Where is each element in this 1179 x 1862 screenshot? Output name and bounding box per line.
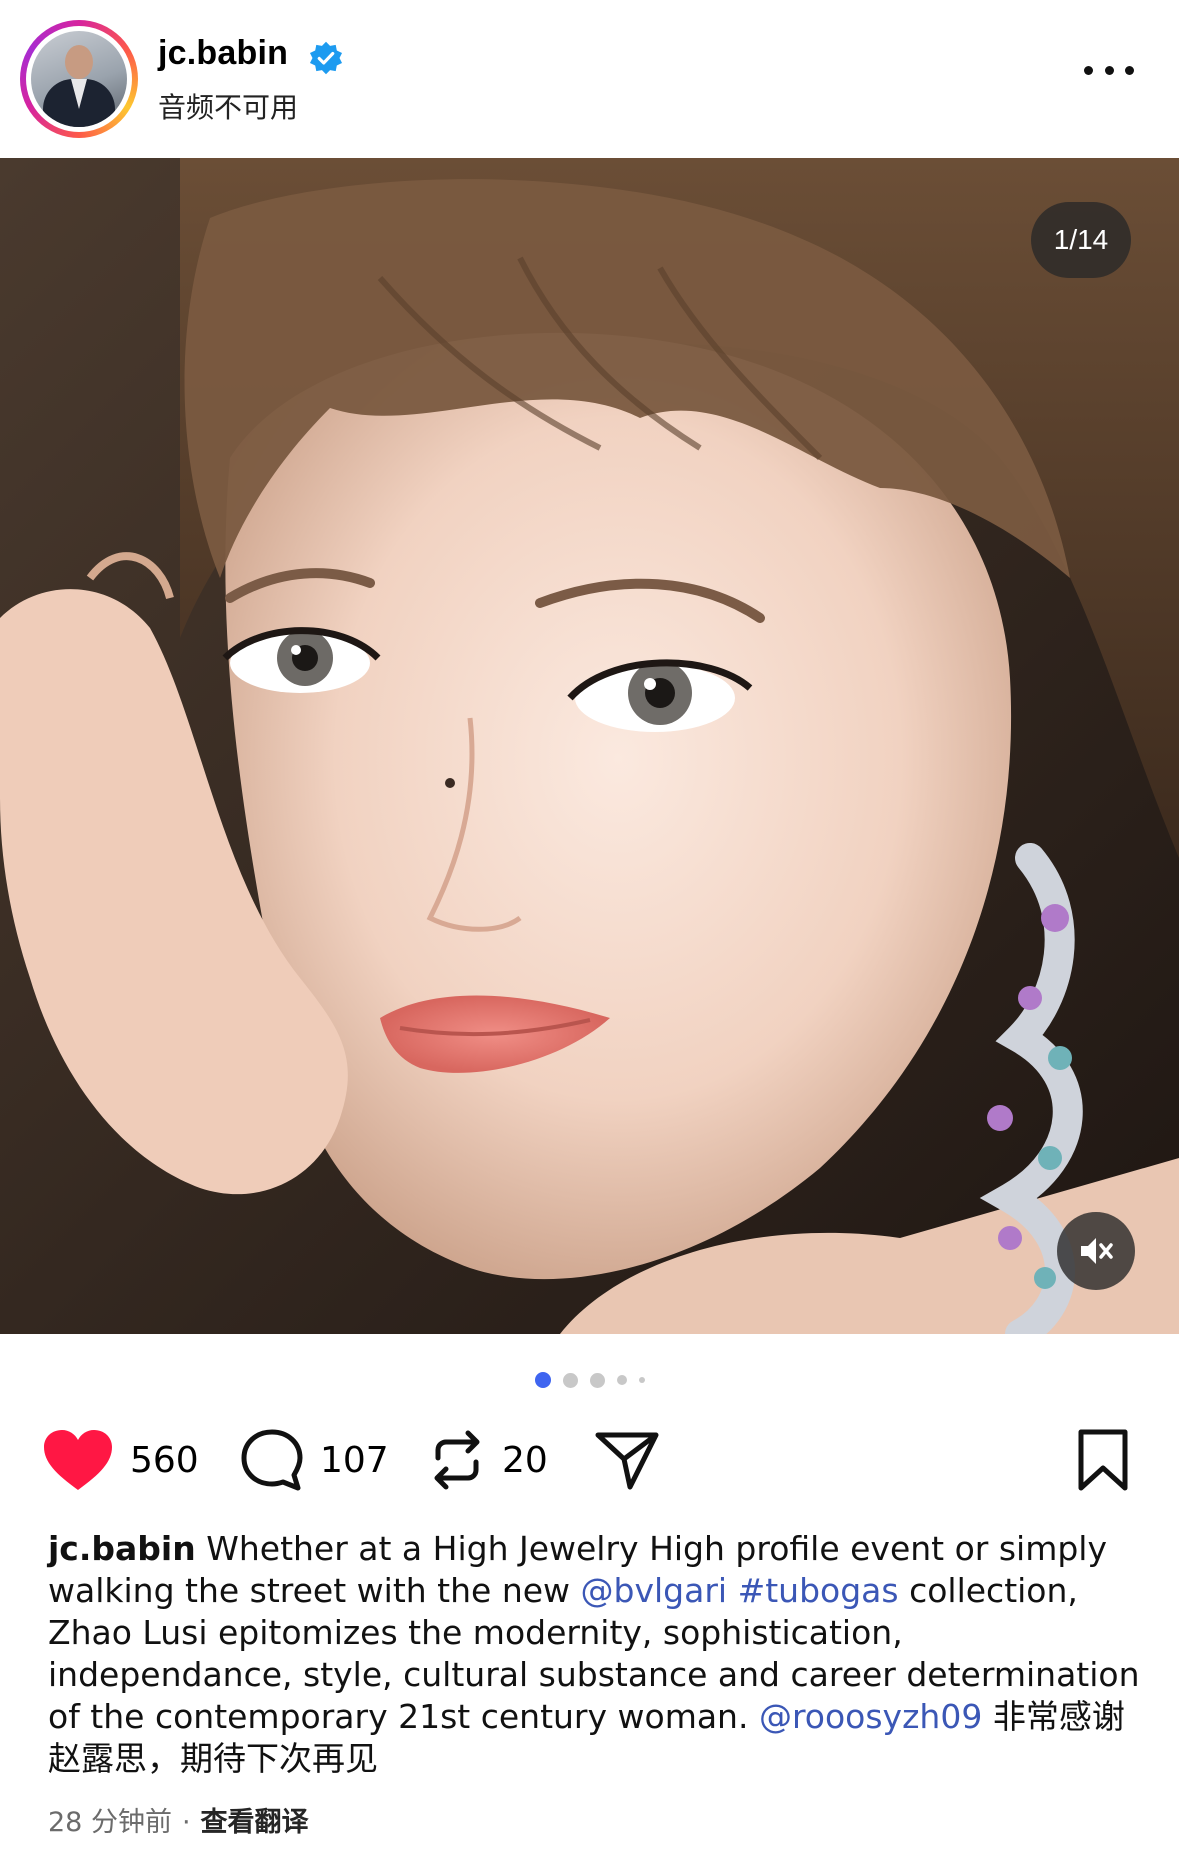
image-counter: 1/14 (1031, 202, 1131, 278)
username[interactable]: jc.babin (158, 34, 288, 73)
mention-link[interactable]: @bvlgari (581, 1571, 728, 1610)
speaker-muted-icon (1081, 1238, 1113, 1264)
avatar-border (26, 26, 132, 132)
comment-action: 107 (240, 1420, 389, 1500)
mention-link[interactable]: @rooosyzh09 (759, 1697, 982, 1736)
post-actions: 560 107 20 (0, 1420, 1179, 1500)
portrait-illustration (0, 158, 1179, 1334)
like-action: 560 (42, 1420, 199, 1500)
avatar-head (65, 45, 93, 79)
verified-badge-icon (309, 41, 343, 75)
bookmark-icon[interactable] (1077, 1428, 1129, 1492)
share-action (594, 1420, 660, 1500)
avatar[interactable] (31, 31, 127, 127)
post-header: jc.babin 音频不可用 (0, 0, 1179, 158)
post-caption: jc.babin Whether at a High Jewelry High … (48, 1528, 1148, 1780)
carousel-dot (616, 1375, 627, 1385)
carousel-indicator (0, 1370, 1179, 1390)
like-count[interactable]: 560 (130, 1440, 199, 1481)
see-translation-link[interactable]: 查看翻译 (201, 1807, 309, 1838)
hashtag-link[interactable]: #tubogas (738, 1571, 899, 1610)
carousel-dot-active (534, 1372, 551, 1388)
repost-icon[interactable] (428, 1428, 486, 1492)
caption-username[interactable]: jc.babin (48, 1529, 196, 1568)
more-dot (1125, 65, 1134, 75)
meta-separator: · (181, 1807, 191, 1838)
more-dot (1104, 65, 1114, 75)
more-options-icon[interactable] (1084, 60, 1134, 80)
send-icon[interactable] (594, 1429, 660, 1491)
comment-icon[interactable] (240, 1428, 304, 1492)
mute-button[interactable] (1057, 1212, 1135, 1290)
heart-icon[interactable] (42, 1428, 114, 1492)
comment-count[interactable]: 107 (320, 1440, 389, 1481)
carousel-dot (589, 1372, 605, 1388)
more-dot (1084, 65, 1093, 75)
carousel-dot (638, 1377, 645, 1383)
repost-action: 20 (428, 1420, 548, 1500)
repost-count[interactable]: 20 (502, 1440, 548, 1481)
post-time: 28 分钟前 (48, 1807, 172, 1838)
caption-text (727, 1571, 738, 1610)
audio-status: 音频不可用 (158, 91, 299, 124)
carousel-dot (562, 1372, 578, 1388)
post-meta: 28 分钟前 · 查看翻译 (48, 1800, 309, 1839)
story-ring[interactable] (20, 20, 138, 138)
post-photo[interactable]: 1/14 (0, 158, 1179, 1334)
